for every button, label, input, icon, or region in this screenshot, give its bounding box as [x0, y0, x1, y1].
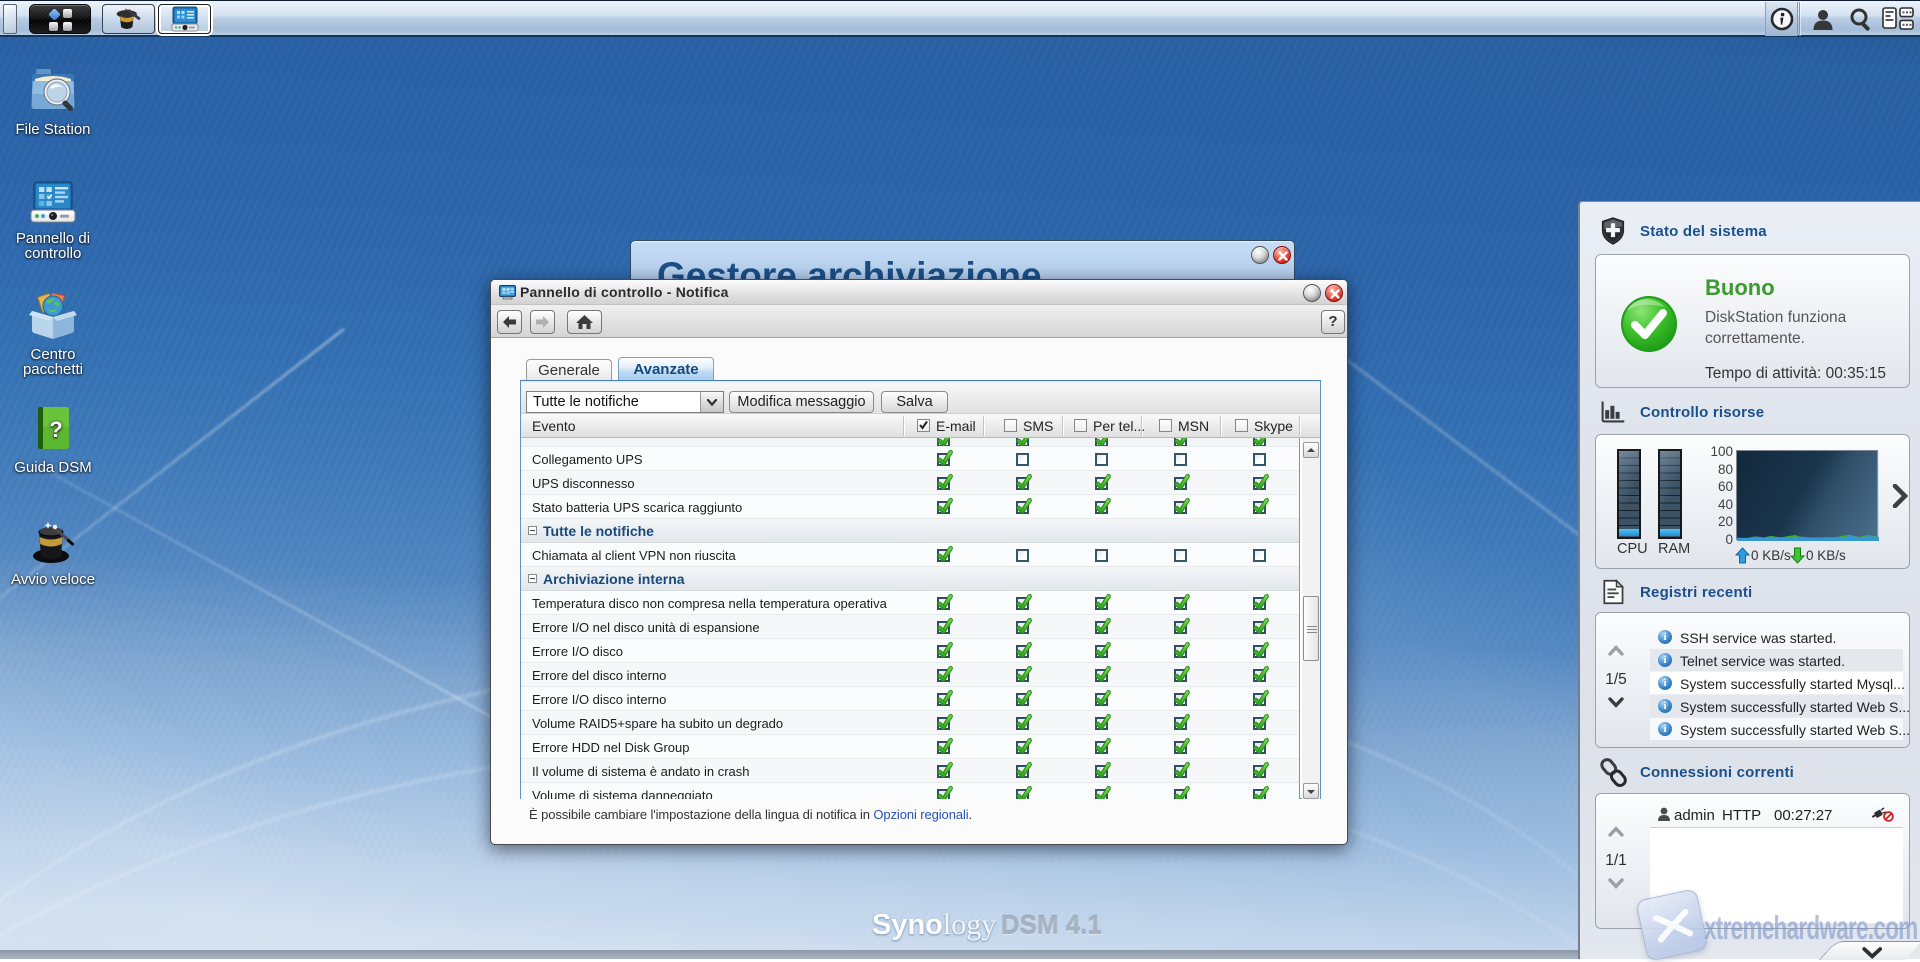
svg-text:?: ? — [49, 417, 62, 442]
